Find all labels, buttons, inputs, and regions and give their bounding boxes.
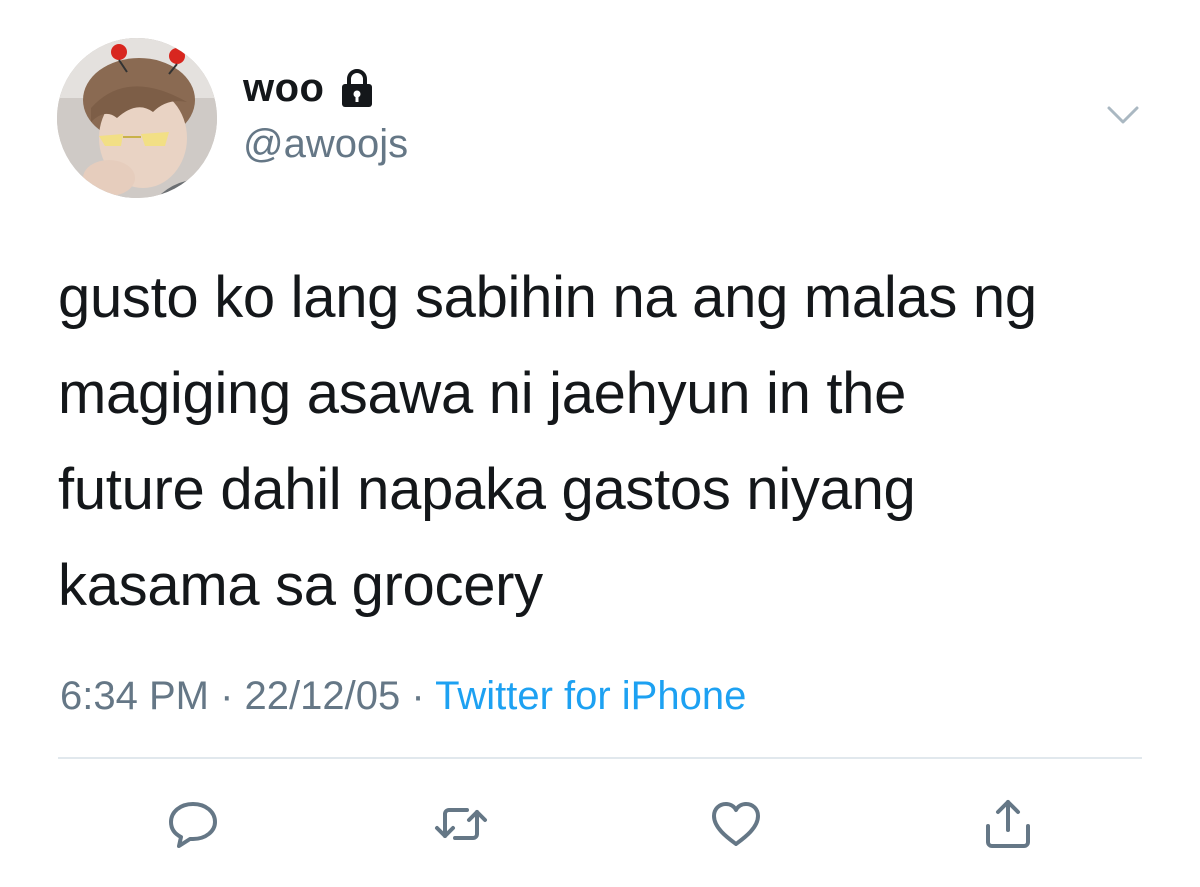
display-name[interactable]: woo [243, 62, 324, 114]
heart-icon [708, 796, 764, 852]
share-icon [980, 796, 1036, 852]
share-button[interactable] [980, 796, 1036, 852]
tweet-time[interactable]: 6:34 PM [60, 674, 209, 718]
display-name-row[interactable]: woo [243, 62, 374, 114]
tweet-text-line: magiging asawa ni jaehyun in the [58, 361, 907, 426]
tweet-meta: 6:34 PM · 22/12/05 · Twitter for iPhone [60, 668, 746, 724]
user-handle[interactable]: @awoojs [243, 118, 408, 170]
meta-separator: · [220, 674, 234, 718]
reply-button[interactable] [165, 796, 221, 852]
meta-separator: · [411, 674, 425, 718]
avatar[interactable] [57, 38, 217, 198]
tweet-text: gusto ko lang sabihin na ang malas ng ma… [58, 250, 1158, 634]
tweet-text-line: gusto ko lang sabihin na ang malas ng [58, 265, 1037, 330]
chevron-down-icon[interactable] [1103, 100, 1143, 130]
divider [58, 757, 1142, 759]
tweet-detail: woo @awoojs gusto ko lang sabihin na ang… [0, 0, 1200, 887]
reply-icon [165, 796, 221, 852]
tweet-text-line: future dahil napaka gastos niyang [58, 457, 916, 522]
retweet-button[interactable] [433, 796, 489, 852]
tweet-text-line: kasama sa grocery [58, 553, 543, 618]
retweet-icon [433, 796, 489, 852]
tweet-source-link[interactable]: Twitter for iPhone [435, 674, 746, 718]
tweet-date[interactable]: 22/12/05 [245, 674, 401, 718]
like-button[interactable] [708, 796, 764, 852]
lock-icon [340, 67, 374, 109]
